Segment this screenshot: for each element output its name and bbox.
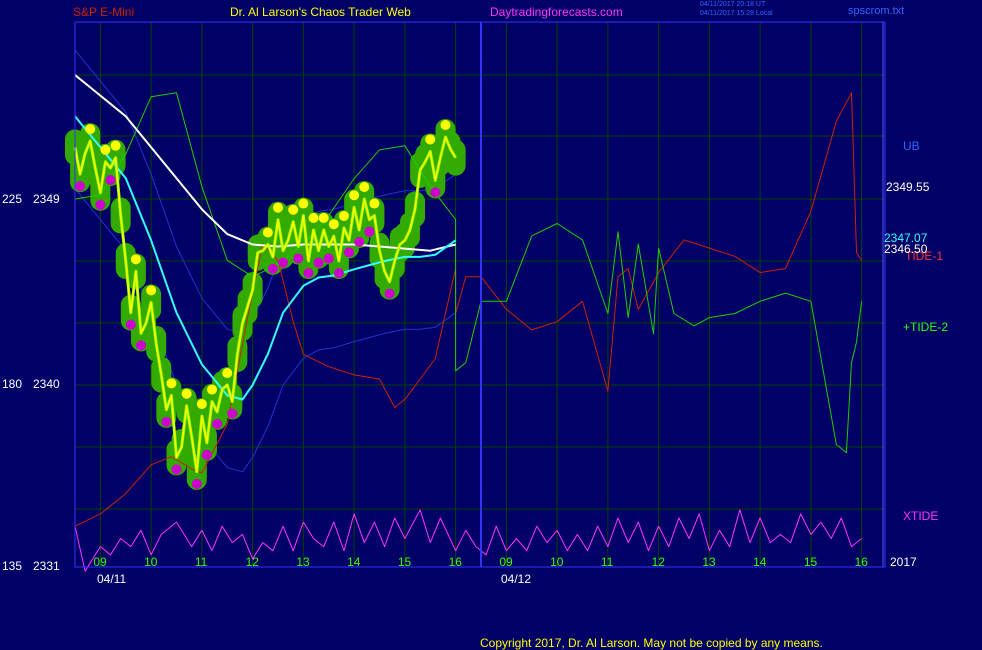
- high-dot-8: [110, 140, 121, 151]
- low-dot-46: [303, 268, 314, 279]
- axis-osc-135: 135: [2, 559, 23, 573]
- high-dot-30: [222, 368, 233, 379]
- low-dot-18: [161, 416, 172, 427]
- axis-osc-225: 225: [2, 192, 23, 206]
- low-dot-58: [364, 226, 375, 237]
- site-url: Daytradingforecasts.com: [490, 5, 623, 19]
- high-dot-22: [181, 388, 192, 399]
- high-dot-25: [196, 399, 207, 410]
- low-dot-44: [293, 253, 304, 264]
- price-ub-label: 2349.55: [886, 180, 930, 194]
- high-dot-40: [273, 202, 283, 213]
- axis-price-2340: 2340: [33, 377, 60, 391]
- low-dot-71: [430, 187, 441, 198]
- x-label-day2-15: 15: [803, 555, 818, 569]
- high-dot-45: [298, 198, 309, 209]
- high-dot-53: [338, 210, 349, 221]
- high-dot-27: [207, 384, 218, 395]
- x-label-day1-10: 10: [144, 555, 158, 569]
- low-dot-50: [323, 253, 334, 264]
- x-label-day1-16: 16: [448, 555, 462, 569]
- date-label-1: 04/11: [97, 572, 127, 586]
- low-dot-48: [313, 257, 324, 268]
- x-label-day2-11: 11: [600, 555, 614, 569]
- low-dot-41: [278, 257, 289, 268]
- x-label-day2-13: 13: [702, 555, 716, 569]
- price: [73, 135, 457, 474]
- high-dot-49: [318, 213, 329, 224]
- low-dot-5: [95, 199, 106, 210]
- high-dot-70: [425, 134, 436, 145]
- high-dot-47: [308, 213, 319, 224]
- high-dot-43: [288, 204, 299, 215]
- timestamp-local: 04/11/2017 15:28 Local: [700, 10, 773, 17]
- low-dot-20: [171, 464, 182, 475]
- high-dot-59: [369, 198, 380, 209]
- file-name: spscrom.txt: [848, 5, 905, 17]
- axis-price-2349: 2349: [33, 192, 60, 206]
- high-dot-55: [349, 190, 360, 201]
- x-label-day2-16: 16: [854, 555, 868, 569]
- high-dot-19: [166, 378, 177, 389]
- x-label-day1-13: 13: [296, 555, 310, 569]
- high-dot-73: [440, 119, 451, 130]
- low-dot-52: [333, 268, 344, 279]
- x-label-day2-12: 12: [651, 555, 665, 569]
- chart-symbol: S&P E-Mini: [73, 5, 135, 19]
- low-dot-31: [227, 408, 238, 419]
- x-label-day2-14: 14: [753, 555, 767, 569]
- xtide-line: [74, 509, 862, 572]
- ub-label: UB: [903, 139, 920, 153]
- price-blobs: [65, 118, 466, 490]
- x-label-day2-10: 10: [550, 555, 564, 569]
- low-dot-26: [201, 449, 212, 460]
- x-label-day2-09: 09: [499, 555, 513, 569]
- low-dot-24: [191, 478, 202, 489]
- high-dot-6: [100, 144, 111, 155]
- site-title: Dr. Al Larson's Chaos Trader Web: [230, 5, 411, 19]
- x-label-day1-15: 15: [397, 555, 412, 569]
- chaos-chart: [65, 21, 886, 572]
- x-label-day1-11: 11: [194, 555, 208, 569]
- low-dot-28: [212, 418, 223, 429]
- timestamp-utc: 04/11/2017 20:18 UT: [700, 1, 766, 8]
- high-dot-38: [262, 227, 273, 238]
- x-label-day1-14: 14: [347, 555, 361, 569]
- low-dot-7: [105, 174, 116, 185]
- high-dot-3: [85, 124, 96, 135]
- low-dot-62: [384, 288, 395, 299]
- year-label: 2017: [890, 555, 917, 569]
- price-line: [74, 136, 457, 473]
- xtide: [74, 509, 862, 572]
- white-average-line: [74, 74, 456, 252]
- high-dot-51: [328, 219, 339, 230]
- axis-price-2331: 2331: [33, 559, 60, 573]
- low-dot-11: [125, 319, 136, 330]
- low-dot-13: [135, 340, 146, 351]
- x-label-day1-09: 09: [93, 555, 107, 569]
- low-dot-56: [354, 237, 365, 248]
- tide2-label: +TIDE-2: [903, 320, 949, 334]
- high-dot-12: [130, 254, 141, 265]
- high-dot-15: [146, 285, 157, 296]
- low-dot-39: [267, 263, 278, 274]
- high-dot-57: [359, 182, 370, 192]
- axis-osc-180: 180: [2, 377, 23, 391]
- x-label-day1-12: 12: [245, 555, 259, 569]
- price-white-label: 2346.50: [884, 242, 928, 256]
- xtide-label: XTIDE: [903, 509, 939, 523]
- low-dot-1: [75, 181, 86, 192]
- date-label-2: 04/12: [501, 572, 532, 586]
- copyright: Copyright 2017, Dr. Al Larson. May not b…: [480, 636, 823, 650]
- low-dot-54: [344, 247, 355, 258]
